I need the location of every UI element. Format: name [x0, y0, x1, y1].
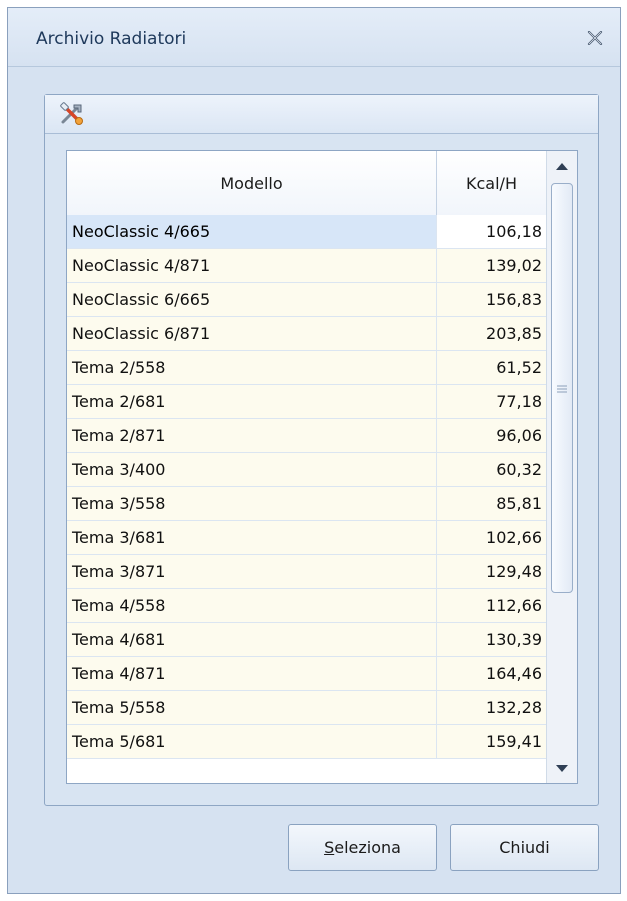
table-row[interactable]: NeoClassic 4/665 106,18	[67, 215, 546, 249]
cell-modello: Tema 4/558	[67, 589, 437, 622]
table-row[interactable]: Tema 3/400 60,32	[67, 453, 546, 487]
chiudi-button[interactable]: Chiudi	[450, 824, 599, 871]
cell-kcal: 102,66	[437, 521, 546, 554]
close-button[interactable]	[584, 28, 606, 48]
grid-rows: NeoClassic 4/665 106,18 NeoClassic 4/871 13…	[67, 215, 546, 759]
scroll-grip-icon	[557, 385, 567, 393]
cell-kcal: 139,02	[437, 249, 546, 282]
cell-modello: Tema 5/558	[67, 691, 437, 724]
cell-modello: NeoClassic 4/871	[67, 249, 437, 282]
cell-modello: NeoClassic 6/665	[67, 283, 437, 316]
cell-modello: Tema 4/871	[67, 657, 437, 690]
cell-modello: Tema 2/681	[67, 385, 437, 418]
cell-modello: Tema 3/558	[67, 487, 437, 520]
scroll-thumb[interactable]	[551, 183, 573, 593]
cell-kcal: 112,66	[437, 589, 546, 622]
cell-kcal: 156,83	[437, 283, 546, 316]
column-header-modello[interactable]: Modello	[67, 151, 437, 215]
table-row[interactable]: Tema 3/871 129,48	[67, 555, 546, 589]
cell-modello: NeoClassic 6/871	[67, 317, 437, 350]
cell-modello: Tema 3/871	[67, 555, 437, 588]
window-title: Archivio Radiatori	[36, 29, 187, 49]
seleziona-mnemonic: S	[324, 838, 335, 857]
cell-modello: Tema 3/400	[67, 453, 437, 486]
vertical-scrollbar[interactable]	[546, 151, 577, 783]
cell-kcal: 106,18	[437, 215, 546, 248]
table-row[interactable]: Tema 3/558 85,81	[67, 487, 546, 521]
radiator-group-box: Modello Kcal/H NeoClassic 4/665 106,18 Neo…	[44, 94, 599, 806]
cell-kcal: 130,39	[437, 623, 546, 656]
table-row[interactable]: Tema 4/871 164,46	[67, 657, 546, 691]
cell-kcal: 61,52	[437, 351, 546, 384]
column-header-kcal[interactable]: Kcal/H	[437, 151, 546, 215]
table-row[interactable]: NeoClassic 6/871 203,85	[67, 317, 546, 351]
title-bar[interactable]: Archivio Radiatori	[8, 8, 620, 66]
cell-modello: NeoClassic 4/665	[67, 215, 437, 248]
close-icon	[587, 31, 603, 45]
table-row[interactable]: Tema 5/558 132,28	[67, 691, 546, 725]
cell-kcal: 203,85	[437, 317, 546, 350]
table-row[interactable]: Tema 4/558 112,66	[67, 589, 546, 623]
seleziona-button[interactable]: Seleziona	[288, 824, 437, 871]
table-row[interactable]: NeoClassic 4/871 139,02	[67, 249, 546, 283]
scroll-up-button[interactable]	[547, 151, 577, 181]
cell-modello: Tema 2/558	[67, 351, 437, 384]
table-row[interactable]: Tema 2/558 61,52	[67, 351, 546, 385]
table-row[interactable]: Tema 4/681 130,39	[67, 623, 546, 657]
radiator-archive-window: Archivio Radiatori Modello Kcal/H NeoCla…	[7, 7, 621, 894]
tools-icon	[60, 102, 83, 125]
cell-modello: Tema 2/871	[67, 419, 437, 452]
scroll-down-button[interactable]	[547, 753, 577, 783]
cell-kcal: 159,41	[437, 725, 546, 758]
cell-modello: Tema 4/681	[67, 623, 437, 656]
cell-kcal: 129,48	[437, 555, 546, 588]
cell-kcal: 77,18	[437, 385, 546, 418]
table-row[interactable]: Tema 5/681 159,41	[67, 725, 546, 759]
cell-kcal: 132,28	[437, 691, 546, 724]
table-row[interactable]: NeoClassic 6/665 156,83	[67, 283, 546, 317]
grid-header: Modello Kcal/H	[67, 151, 546, 216]
cell-modello: Tema 5/681	[67, 725, 437, 758]
group-header	[45, 95, 598, 134]
table-row[interactable]: Tema 3/681 102,66	[67, 521, 546, 555]
radiator-grid[interactable]: Modello Kcal/H NeoClassic 4/665 106,18 Neo…	[66, 150, 578, 784]
cell-modello: Tema 3/681	[67, 521, 437, 554]
seleziona-label: eleziona	[334, 838, 401, 857]
cell-kcal: 85,81	[437, 487, 546, 520]
cell-kcal: 164,46	[437, 657, 546, 690]
cell-kcal: 96,06	[437, 419, 546, 452]
scroll-down-arrow-icon	[556, 764, 568, 772]
table-row[interactable]: Tema 2/681 77,18	[67, 385, 546, 419]
window-client-area: Modello Kcal/H NeoClassic 4/665 106,18 Neo…	[8, 66, 620, 893]
scroll-up-arrow-icon	[556, 162, 568, 170]
cell-kcal: 60,32	[437, 453, 546, 486]
table-row[interactable]: Tema 2/871 96,06	[67, 419, 546, 453]
